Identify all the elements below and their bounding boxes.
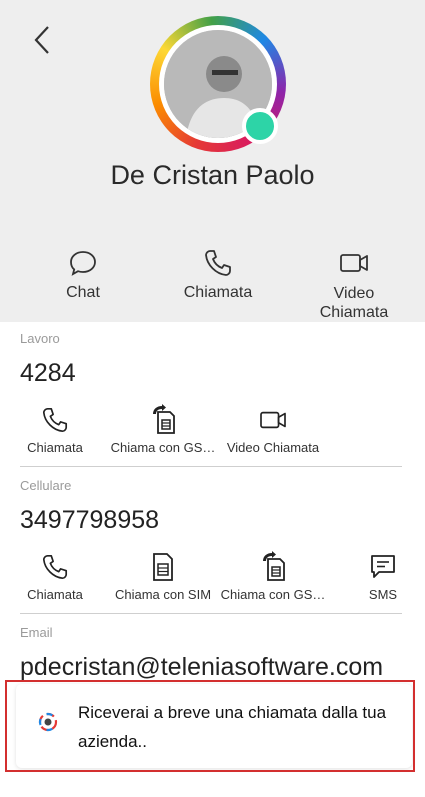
phone-icon <box>42 554 68 580</box>
chat-button[interactable]: Chat <box>28 248 138 302</box>
chat-label: Chat <box>66 284 100 301</box>
email-address[interactable]: pdecristan@teleniasoftware.com <box>20 653 383 682</box>
work-video-call-button[interactable]: Video Chiamata <box>218 404 328 455</box>
phone-icon <box>205 250 231 276</box>
email-label: Email <box>20 625 53 640</box>
video-camera-icon <box>340 254 368 272</box>
work-call-label: Chiamata <box>27 440 83 455</box>
sim-forward-icon <box>263 551 285 581</box>
call-button[interactable]: Chiamata <box>163 248 273 302</box>
back-button[interactable] <box>24 22 60 58</box>
phone-icon <box>42 407 68 433</box>
sms-icon <box>371 555 395 578</box>
mobile-number[interactable]: 3497798958 <box>20 506 159 535</box>
mobile-call-sim-button[interactable]: Chiama con SIM <box>108 551 218 602</box>
sms-label: SMS <box>368 587 398 602</box>
video-call-button[interactable]: Video Chiamata <box>299 248 409 322</box>
mobile-call-button[interactable]: Chiamata <box>0 551 110 602</box>
sms-button[interactable]: SMS <box>328 551 425 602</box>
quick-actions-bar: Chat Chiamata Video Chiamata <box>0 248 425 321</box>
video-camera-icon <box>260 411 286 429</box>
divider <box>20 613 402 614</box>
highlight-frame <box>5 680 415 772</box>
work-video-call-label: Video Chiamata <box>226 440 320 455</box>
mobile-call-label: Chiamata <box>27 587 83 602</box>
mobile-call-sim-label: Chiama con SIM <box>114 587 212 602</box>
work-number[interactable]: 4284 <box>20 359 76 388</box>
avatar <box>150 16 286 152</box>
mobile-call-gsm-button[interactable]: Chiama con GS… <box>218 551 328 602</box>
work-call-gsm-button[interactable]: Chiama con GS… <box>108 404 218 455</box>
chat-bubble-icon <box>70 251 96 276</box>
sim-forward-icon <box>153 404 175 434</box>
sim-card-icon <box>153 553 173 581</box>
mobile-call-gsm-label: Chiama con GS… <box>220 587 326 602</box>
work-call-gsm-label: Chiama con GS… <box>110 440 216 455</box>
work-call-button[interactable]: Chiamata <box>0 404 110 455</box>
video-call-label: Video Chiamata <box>319 285 389 321</box>
mobile-label: Cellulare <box>20 478 72 493</box>
call-label: Chiamata <box>183 284 253 301</box>
chevron-left-icon <box>34 26 49 54</box>
work-label: Lavoro <box>20 331 60 346</box>
online-status-dot <box>242 108 278 144</box>
contact-name: De Cristan Paolo <box>110 160 315 190</box>
divider <box>20 466 402 467</box>
